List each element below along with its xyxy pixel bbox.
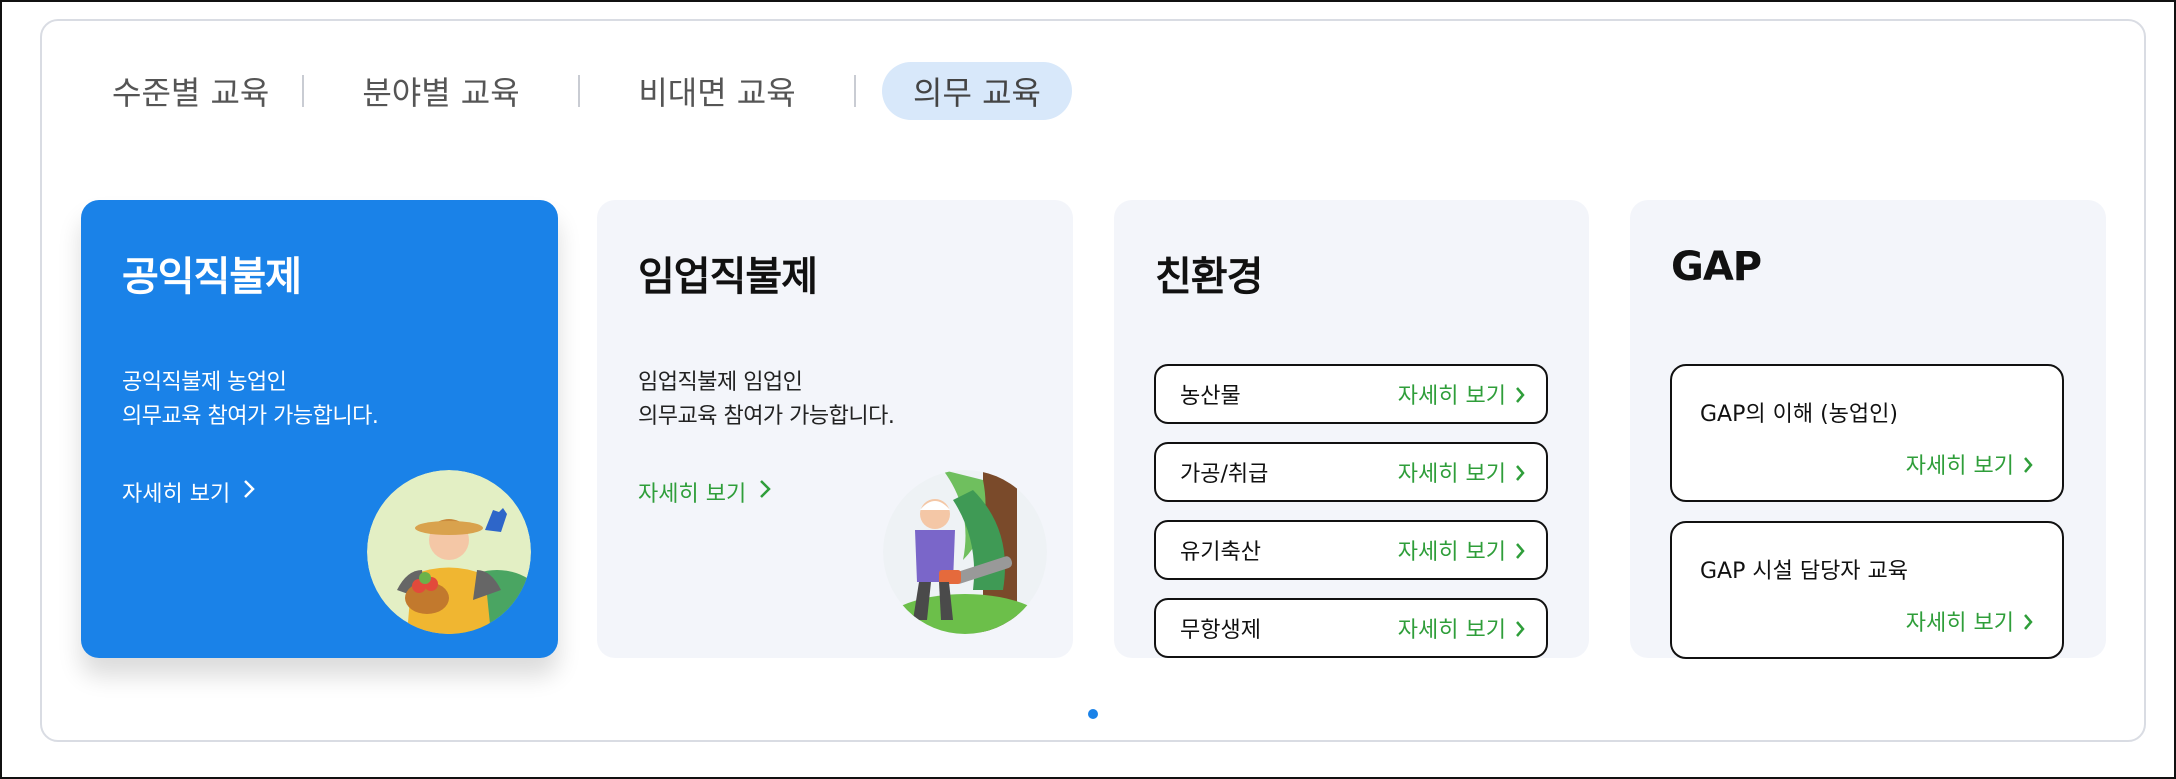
detail-link[interactable]: 자세히 보기 <box>1398 612 1526 644</box>
tab-mandatory-education[interactable]: 의무 교육 <box>882 62 1072 120</box>
chevron-right-icon <box>242 479 256 505</box>
detail-link[interactable]: 자세히 보기 <box>122 476 256 508</box>
chevron-right-icon <box>2024 614 2033 630</box>
tab-divider <box>854 75 856 107</box>
card-eco-friendly: 친환경 농산물 자세히 보기 가공/취급 자세히 보기 유기축산 자세히 보기 … <box>1114 200 1589 658</box>
card-title: 공익직불제 <box>122 254 302 300</box>
card-title: 친환경 <box>1155 254 1263 300</box>
list-item-antibiotic-free[interactable]: 무항생제 자세히 보기 <box>1154 598 1548 658</box>
forester-illustration <box>883 470 1047 634</box>
detail-link[interactable]: 자세히 보기 <box>1906 605 2034 637</box>
chevron-right-icon <box>758 479 772 505</box>
list-item-processing[interactable]: 가공/취급 자세히 보기 <box>1154 442 1548 502</box>
farmer-illustration <box>367 470 531 634</box>
detail-link[interactable]: 자세히 보기 <box>1398 456 1526 488</box>
card-public-direct-payment[interactable]: 공익직불제 공익직불제 농업인 의무교육 참여가 가능합니다. 자세히 보기 <box>81 200 558 658</box>
card-description: 임업직불제 임업인 의무교육 참여가 가능합니다. <box>638 370 895 429</box>
detail-link[interactable]: 자세히 보기 <box>1398 534 1526 566</box>
tab-field-education[interactable]: 분야별 교육 <box>304 62 578 120</box>
chevron-right-icon <box>1516 621 1525 637</box>
card-title: 임업직불제 <box>638 254 818 300</box>
chevron-right-icon <box>1516 543 1525 559</box>
chevron-right-icon <box>2024 457 2033 473</box>
detail-link[interactable]: 자세히 보기 <box>638 476 772 508</box>
pagination-dot[interactable] <box>1088 709 1098 719</box>
education-tabs: 수준별 교육 분야별 교육 비대면 교육 의무 교육 <box>82 62 1072 120</box>
list-item-agricultural-products[interactable]: 농산물 자세히 보기 <box>1154 364 1548 424</box>
card-description: 공익직불제 농업인 의무교육 참여가 가능합니다. <box>122 370 379 429</box>
detail-link[interactable]: 자세히 보기 <box>1906 448 2034 480</box>
chevron-right-icon <box>1516 387 1525 403</box>
detail-link[interactable]: 자세히 보기 <box>1398 378 1526 410</box>
list-item-gap-understanding[interactable]: GAP의 이해 (농업인) 자세히 보기 <box>1670 364 2064 502</box>
card-title: GAP <box>1671 244 1762 290</box>
list-item-organic-livestock[interactable]: 유기축산 자세히 보기 <box>1154 520 1548 580</box>
chevron-right-icon <box>1516 465 1525 481</box>
card-gap: GAP GAP의 이해 (농업인) 자세히 보기 GAP 시설 담당자 교육 자… <box>1630 200 2106 659</box>
tab-online-education[interactable]: 비대면 교육 <box>580 62 854 120</box>
list-item-gap-facility-manager[interactable]: GAP 시설 담당자 교육 자세히 보기 <box>1670 521 2064 659</box>
card-forestry-direct-payment[interactable]: 임업직불제 임업직불제 임업인 의무교육 참여가 가능합니다. 자세히 보기 <box>597 200 1073 658</box>
tab-level-education[interactable]: 수준별 교육 <box>82 62 302 120</box>
